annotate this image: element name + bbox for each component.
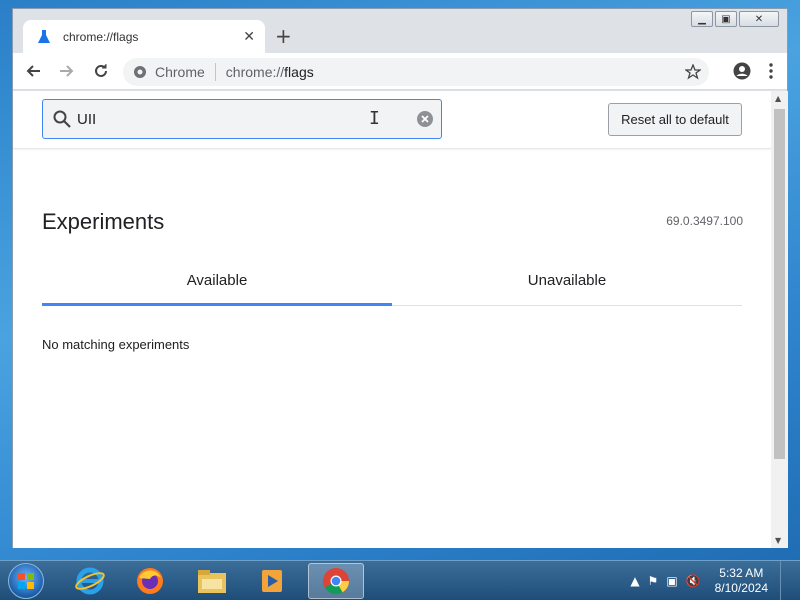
browser-tab-flags[interactable]: chrome://flags ✕ xyxy=(23,20,265,54)
flags-search-header: I Reset all to default xyxy=(13,91,771,149)
reload-icon xyxy=(95,64,107,77)
clock-time: 5:32 AM xyxy=(719,566,764,580)
action-center-flag-icon[interactable]: ⚑ xyxy=(648,574,659,588)
new-tab-button[interactable]: + xyxy=(275,26,292,46)
version-label: 69.0.3497.100 xyxy=(666,214,743,228)
close-window-button[interactable]: ✕ xyxy=(739,11,779,27)
address-bar[interactable]: Chrome chrome://flags xyxy=(123,58,709,86)
flags-search-box[interactable]: I xyxy=(42,99,442,139)
tab-close-icon[interactable]: ✕ xyxy=(243,29,255,45)
empty-results-message: No matching experiments xyxy=(42,337,190,352)
active-tab-indicator xyxy=(42,303,392,306)
system-tray: ▲ ⚑ ▣ 🔇 5:32 AM 8/10/2024 xyxy=(630,561,790,600)
text-cursor-icon: I xyxy=(369,108,380,129)
tray-icons: ▲ ⚑ ▣ 🔇 xyxy=(630,574,700,588)
flask-icon xyxy=(37,29,53,45)
media-player-icon[interactable] xyxy=(244,563,300,599)
back-arrow-icon xyxy=(26,65,40,77)
chrome-page-icon xyxy=(134,66,146,78)
forward-arrow-icon xyxy=(60,65,74,77)
back-button[interactable] xyxy=(19,57,47,85)
internet-explorer-icon[interactable] xyxy=(62,563,118,599)
profile-avatar-icon[interactable] xyxy=(733,62,751,85)
search-input[interactable] xyxy=(77,110,377,128)
page-title: Experiments xyxy=(42,209,165,234)
scroll-thumb[interactable] xyxy=(774,109,785,459)
network-icon[interactable]: ▣ xyxy=(666,574,677,588)
search-icon xyxy=(53,110,71,128)
omnibox-url: chrome://flags xyxy=(225,64,314,80)
omnibox-chip: Chrome xyxy=(155,64,205,80)
tab-available[interactable]: Available xyxy=(42,257,392,305)
toolbar-right xyxy=(733,62,773,85)
maximize-button[interactable]: ▣ xyxy=(715,11,737,27)
windows-logo-icon xyxy=(18,573,34,589)
clock-date: 8/10/2024 xyxy=(714,581,768,595)
clear-search-icon[interactable] xyxy=(417,111,433,132)
flags-page: I Reset all to default Experiments 69.0.… xyxy=(13,91,771,548)
chrome-icon[interactable] xyxy=(308,563,364,599)
tab-title: chrome://flags xyxy=(63,30,139,44)
reload-button[interactable] xyxy=(87,57,115,85)
bookmark-star-icon[interactable] xyxy=(684,63,702,83)
start-button[interactable] xyxy=(8,563,44,599)
menu-kebab-icon[interactable] xyxy=(769,63,773,84)
browser-toolbar: Chrome chrome://flags xyxy=(13,53,787,90)
file-explorer-icon[interactable] xyxy=(184,563,240,599)
tab-strip: chrome://flags ✕ + ▁ ▣ ✕ xyxy=(13,9,787,54)
reset-all-button[interactable]: Reset all to default xyxy=(608,103,742,136)
experiments-tabs: Available Unavailable xyxy=(42,257,742,307)
show-hidden-icons-icon[interactable]: ▲ xyxy=(630,574,639,588)
show-desktop-button[interactable] xyxy=(780,561,790,600)
minimize-button[interactable]: ▁ xyxy=(691,11,713,27)
omnibox-separator xyxy=(214,63,216,81)
window-controls: ▁ ▣ ✕ xyxy=(691,11,779,27)
scroll-down-icon[interactable]: ▼ xyxy=(775,536,781,545)
tab-unavailable[interactable]: Unavailable xyxy=(392,257,742,305)
page-scrollbar[interactable]: ▲ ▼ xyxy=(771,91,788,548)
volume-muted-icon[interactable]: 🔇 xyxy=(686,574,701,588)
forward-button[interactable] xyxy=(53,57,81,85)
scroll-up-icon[interactable]: ▲ xyxy=(775,94,781,103)
clock[interactable]: 5:32 AM 8/10/2024 xyxy=(715,566,768,596)
chrome-window: chrome://flags ✕ + ▁ ▣ ✕ Chrome chrome:/… xyxy=(12,8,788,548)
taskbar: ▲ ⚑ ▣ 🔇 5:32 AM 8/10/2024 xyxy=(0,560,800,600)
firefox-icon[interactable] xyxy=(122,563,178,599)
